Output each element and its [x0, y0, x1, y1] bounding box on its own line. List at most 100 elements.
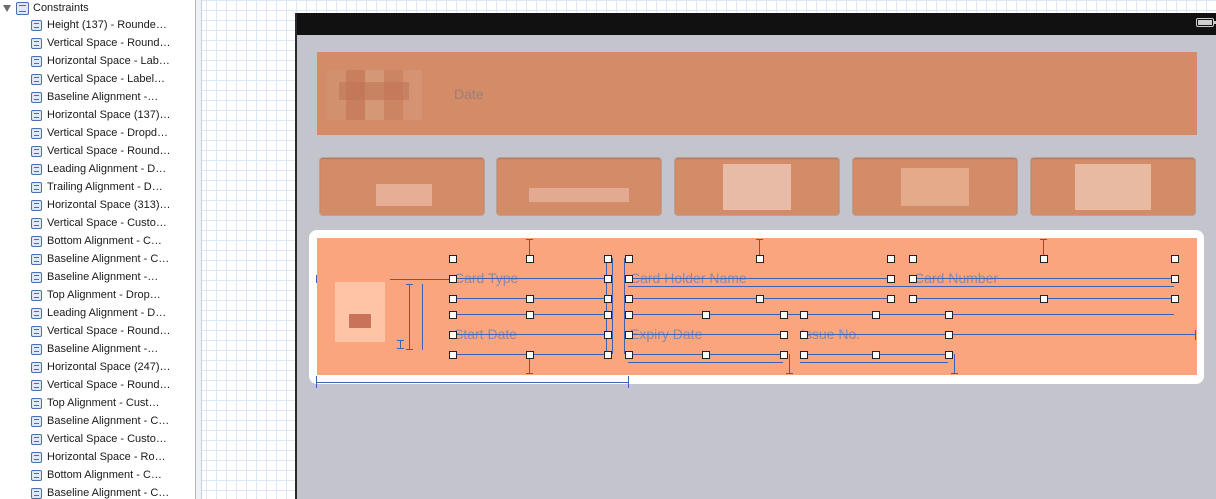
constraint-item[interactable]: Baseline Alignment -…	[31, 268, 195, 286]
constraint-item[interactable]: Horizontal Space (137)…	[31, 106, 195, 124]
resize-handle[interactable]	[526, 311, 534, 319]
constraint-cap[interactable]	[786, 373, 793, 374]
constraint-item[interactable]: Top Alignment - Cust…	[31, 394, 195, 412]
card-type-button-1[interactable]	[319, 157, 485, 216]
resize-handle[interactable]	[449, 311, 457, 319]
constraint-item[interactable]: Vertical Space - Custo…	[31, 430, 195, 448]
resize-handle[interactable]	[887, 255, 895, 263]
horizontal-constraint[interactable]	[948, 314, 1174, 315]
resize-handle[interactable]	[449, 295, 457, 303]
vertical-constraint[interactable]	[422, 284, 423, 350]
vertical-constraint[interactable]	[316, 275, 317, 283]
resize-handle[interactable]	[625, 331, 633, 339]
disclosure-triangle-icon[interactable]	[3, 4, 11, 12]
constraint-item[interactable]: Trailing Alignment - D…	[31, 178, 195, 196]
header-panel[interactable]: Date	[317, 52, 1197, 135]
constraint-item[interactable]: Bottom Alignment - C…	[31, 232, 195, 250]
constraint-item[interactable]: Vertical Space - Custo…	[31, 214, 195, 232]
resize-handle[interactable]	[625, 255, 633, 263]
resize-handle[interactable]	[887, 275, 895, 283]
resize-handle[interactable]	[625, 311, 633, 319]
resize-handle[interactable]	[449, 351, 457, 359]
resize-handle[interactable]	[945, 331, 953, 339]
constraint-item[interactable]: Horizontal Space (247)…	[31, 358, 195, 376]
constraint-item[interactable]: Leading Alignment - D…	[31, 160, 195, 178]
horizontal-constraint[interactable]	[800, 362, 948, 363]
constraint-item[interactable]: Height (137) - Rounde…	[31, 16, 195, 34]
resize-handle[interactable]	[1171, 275, 1179, 283]
resize-handle[interactable]	[604, 295, 612, 303]
vertical-constraint[interactable]	[954, 354, 955, 374]
constraint-item[interactable]: Horizontal Space (313)…	[31, 196, 195, 214]
card-type-button-2[interactable]	[496, 157, 662, 216]
vertical-constraint[interactable]	[789, 354, 790, 374]
card-type-button-4[interactable]	[852, 157, 1018, 216]
constraint-item[interactable]: Horizontal Space - Lab…	[31, 52, 195, 70]
constraint-item[interactable]: Top Alignment - Drop…	[31, 286, 195, 304]
horizontal-constraint[interactable]	[452, 278, 607, 279]
constraint-item[interactable]: Baseline Alignment -…	[31, 340, 195, 358]
resize-handle[interactable]	[780, 311, 788, 319]
vertical-constraint[interactable]	[606, 258, 607, 354]
horizontal-constraint[interactable]	[390, 279, 452, 280]
resize-handle[interactable]	[526, 295, 534, 303]
resize-handle[interactable]	[780, 351, 788, 359]
vertical-constraint[interactable]	[624, 258, 625, 354]
resize-handle[interactable]	[625, 275, 633, 283]
constraint-cap[interactable]	[1040, 239, 1047, 240]
resize-handle[interactable]	[526, 255, 534, 263]
resize-handle[interactable]	[756, 255, 764, 263]
resize-handle[interactable]	[872, 351, 880, 359]
resize-handle[interactable]	[604, 311, 612, 319]
constraint-item[interactable]: Vertical Space - Label…	[31, 70, 195, 88]
constraint-cap[interactable]	[526, 239, 533, 240]
horizontal-constraint[interactable]	[628, 314, 948, 315]
resize-handle[interactable]	[1171, 255, 1179, 263]
resize-handle[interactable]	[800, 311, 808, 319]
resize-handle[interactable]	[909, 255, 917, 263]
resize-handle[interactable]	[449, 275, 457, 283]
resize-handle[interactable]	[625, 295, 633, 303]
resize-handle[interactable]	[909, 275, 917, 283]
constraint-item[interactable]: Vertical Space - Round…	[31, 34, 195, 52]
vertical-constraint[interactable]	[316, 376, 317, 388]
constraint-item[interactable]: Bottom Alignment - C…	[31, 466, 195, 484]
resize-handle[interactable]	[526, 351, 534, 359]
vertical-constraint[interactable]	[400, 340, 401, 348]
horizontal-constraint[interactable]	[452, 334, 607, 335]
resize-handle[interactable]	[1040, 295, 1048, 303]
resize-handle[interactable]	[800, 331, 808, 339]
resize-handle[interactable]	[756, 295, 764, 303]
resize-handle[interactable]	[449, 331, 457, 339]
resize-handle[interactable]	[909, 295, 917, 303]
resize-handle[interactable]	[887, 295, 895, 303]
horizontal-constraint[interactable]	[628, 362, 783, 363]
horizontal-constraint[interactable]	[912, 278, 1174, 279]
horizontal-constraint[interactable]	[800, 334, 948, 335]
card-type-button-5[interactable]	[1030, 157, 1196, 216]
resize-handle[interactable]	[702, 351, 710, 359]
resize-handle[interactable]	[945, 351, 953, 359]
constraint-item[interactable]: Horizontal Space - Ro…	[31, 448, 195, 466]
resize-handle[interactable]	[604, 255, 612, 263]
constraint-cap[interactable]	[526, 373, 533, 374]
resize-handle[interactable]	[625, 351, 633, 359]
card-type-button-3[interactable]	[674, 157, 840, 216]
constraint-item[interactable]: Baseline Alignment -…	[31, 88, 195, 106]
constraint-item[interactable]: Baseline Alignment - C…	[31, 484, 195, 499]
resize-handle[interactable]	[702, 311, 710, 319]
resize-handle[interactable]	[800, 351, 808, 359]
constraint-cap[interactable]	[406, 349, 413, 350]
constraint-cap[interactable]	[756, 239, 763, 240]
resize-handle[interactable]	[1171, 295, 1179, 303]
horizontal-constraint[interactable]	[628, 286, 1174, 287]
constraint-item[interactable]: Vertical Space - Round…	[31, 142, 195, 160]
horizontal-constraint[interactable]	[628, 278, 890, 279]
resize-handle[interactable]	[449, 255, 457, 263]
constraint-item[interactable]: Leading Alignment - D…	[31, 304, 195, 322]
resize-handle[interactable]	[604, 331, 612, 339]
constraint-item[interactable]: Baseline Alignment - C…	[31, 412, 195, 430]
vertical-constraint[interactable]	[628, 376, 629, 388]
resize-handle[interactable]	[604, 275, 612, 283]
constraint-item[interactable]: Vertical Space - Round…	[31, 376, 195, 394]
